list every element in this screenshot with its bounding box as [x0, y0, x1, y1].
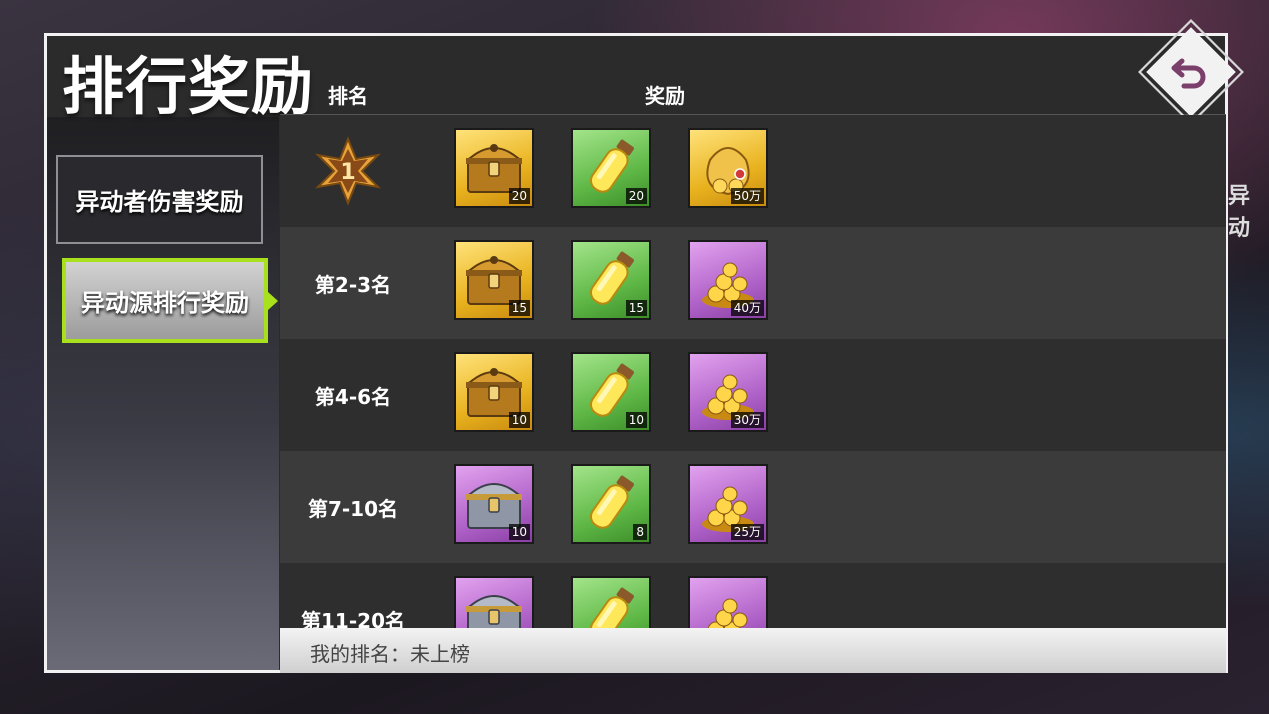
reward-row: 第11-20名: [280, 563, 1226, 628]
tab-label: 异动者伤害奖励: [75, 187, 244, 216]
background-text: 异动: [1228, 184, 1251, 241]
back-arrow-icon: [1171, 58, 1206, 89]
rank-label: 第4-6名: [314, 384, 392, 409]
rank-label: 第11-20名: [301, 608, 405, 629]
my-rank-text: 我的排名：未上榜: [310, 642, 470, 666]
item-quantity: 8: [633, 524, 647, 540]
reward-row: 1 20 20 50万: [280, 115, 1226, 227]
item-quantity: 15: [508, 300, 530, 316]
rank-label: 第2-3名: [314, 272, 392, 297]
svg-text:1: 1: [340, 160, 355, 185]
item-quantity: 10: [508, 524, 530, 540]
item-quantity: 50万: [730, 188, 764, 204]
item-quantity: 30万: [730, 412, 764, 428]
column-header-reward: 奖励: [645, 84, 685, 108]
item-quantity: 10: [625, 412, 647, 428]
item-quantity: 20: [625, 188, 647, 204]
selected-tab-indicator: [268, 292, 278, 310]
reward-row: 第2-3名 15 15 40万: [280, 227, 1226, 339]
item-quantity: 15: [625, 300, 647, 316]
yellow-potion-item[interactable]: [571, 576, 651, 628]
item-quantity: 25万: [730, 524, 764, 540]
yellow-potion-item[interactable]: 15: [571, 240, 651, 320]
silver-chest-item[interactable]: 10: [454, 464, 534, 544]
tab-label: 异动源排行奖励: [81, 288, 249, 317]
gold-coins-item[interactable]: 40万: [688, 240, 768, 320]
gold-chest-item[interactable]: 15: [454, 240, 534, 320]
page-title: 排行奖励: [62, 50, 315, 123]
gold-chest-item[interactable]: 20: [454, 128, 534, 208]
item-quantity: 10: [508, 412, 530, 428]
tab-damage-rewards[interactable]: 异动者伤害奖励: [56, 155, 263, 244]
gold-bag-item[interactable]: 50万: [688, 128, 768, 208]
item-quantity: 40万: [730, 300, 764, 316]
tab-ranking-rewards[interactable]: 异动源排行奖励: [62, 258, 268, 343]
gold-coins-item[interactable]: 30万: [688, 352, 768, 432]
yellow-potion-item[interactable]: 20: [571, 128, 651, 208]
rank-label: 第7-10名: [307, 496, 399, 521]
column-header-rank: 排名: [328, 84, 368, 108]
rank-1-badge-icon: 1: [312, 135, 384, 207]
gold-coins-item[interactable]: [688, 576, 768, 628]
gold-coins-item[interactable]: 25万: [688, 464, 768, 544]
yellow-potion-item[interactable]: 10: [571, 352, 651, 432]
item-quantity: 20: [508, 188, 530, 204]
yellow-potion-item[interactable]: 8: [571, 464, 651, 544]
reward-list[interactable]: 1 20 20 50万第2-3名 15 15 40万第4-6名 10 10 30万第7-10名 10…: [280, 115, 1226, 628]
silver-chest-item[interactable]: [454, 576, 534, 628]
reward-row: 第4-6名 10 10 30万: [280, 339, 1226, 451]
gold-chest-item[interactable]: 10: [454, 352, 534, 432]
my-rank-bar: 我的排名：未上榜: [280, 628, 1226, 673]
reward-row: 第7-10名 10 8 25万: [280, 451, 1226, 563]
